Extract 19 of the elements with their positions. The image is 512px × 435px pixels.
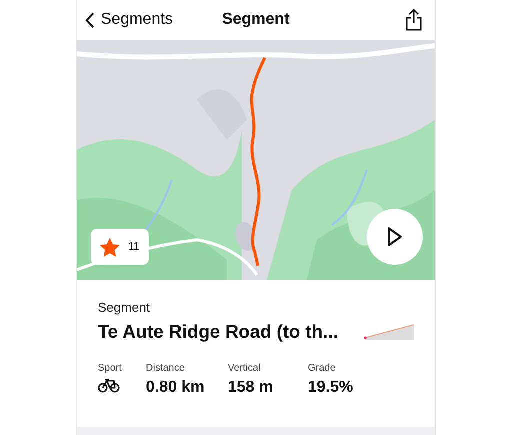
stat-label: Sport	[98, 363, 123, 374]
stat-value: 0.80 km	[146, 379, 206, 397]
star-icon	[100, 238, 120, 256]
bicycle-icon	[98, 379, 120, 393]
share-icon	[405, 9, 423, 31]
star-count: 11	[128, 241, 140, 253]
elevation-profile-drawing	[364, 324, 414, 340]
back-chevron-icon	[85, 12, 95, 28]
stat-label: Grade	[308, 363, 337, 374]
stat-value: 158 m	[228, 379, 274, 397]
star-count-badge[interactable]: 11	[91, 229, 149, 265]
stat-label: Distance	[146, 363, 186, 374]
play-icon	[387, 227, 403, 247]
stat-value: 19.5%	[308, 379, 354, 397]
back-button[interactable]: Segments	[85, 11, 174, 29]
screen-title: Segment	[222, 11, 290, 28]
stat-label: Vertical	[228, 363, 262, 374]
segment-name: Te Aute Ridge Road (to th...	[98, 321, 338, 343]
section-label: Segment	[98, 300, 152, 315]
